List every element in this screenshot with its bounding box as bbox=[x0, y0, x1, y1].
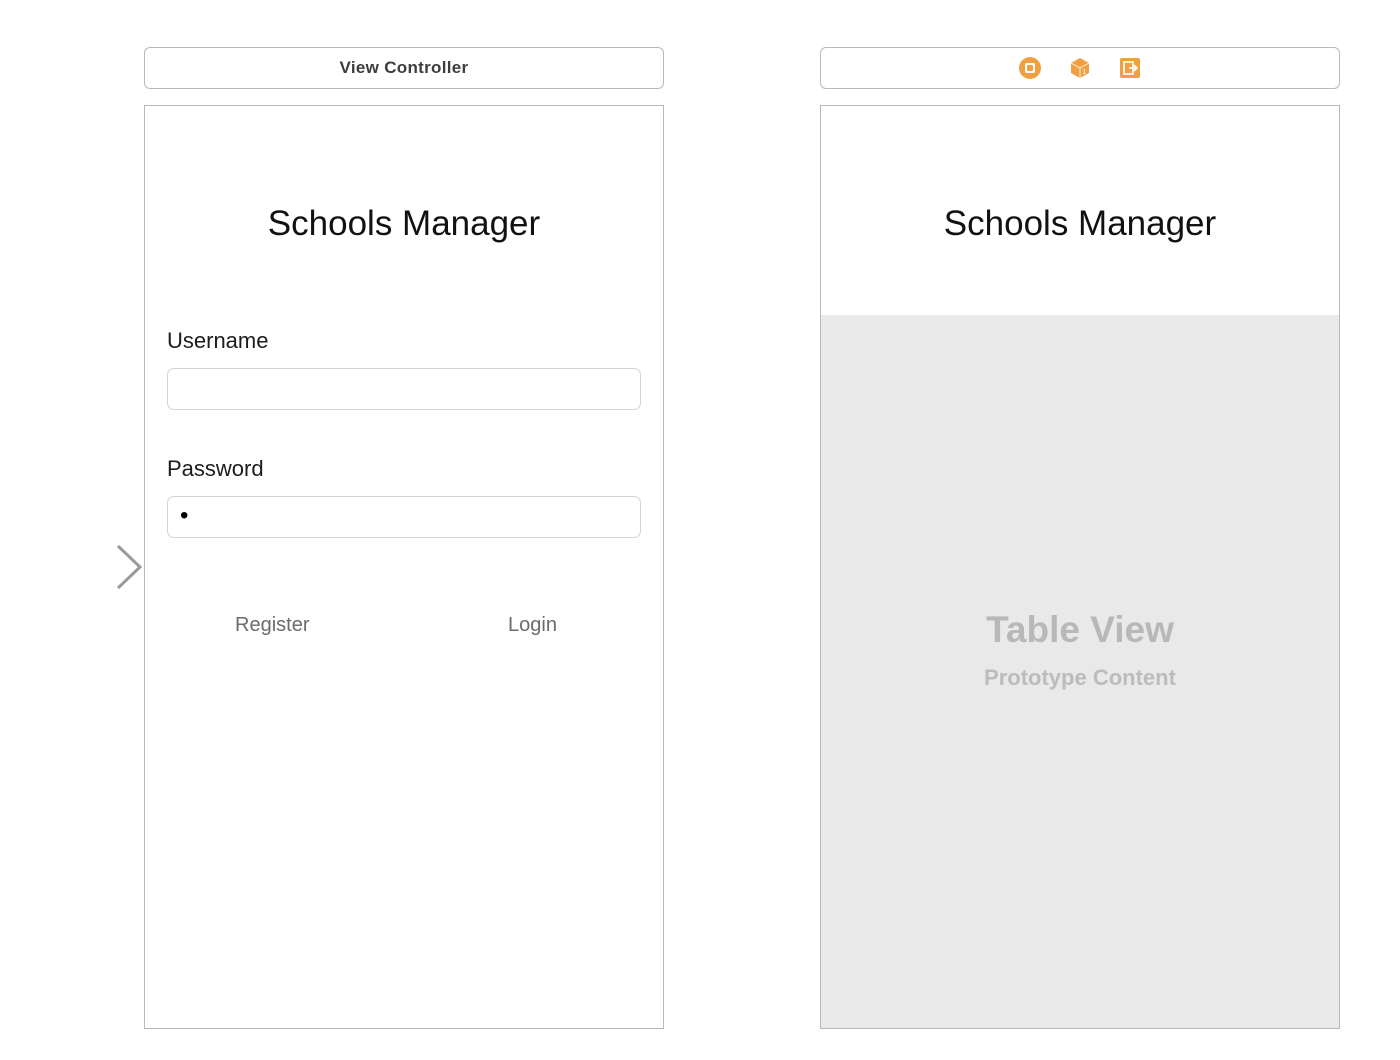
first-responder-icon[interactable]: 1 bbox=[1067, 55, 1093, 81]
password-field[interactable]: • bbox=[167, 496, 641, 538]
login-button[interactable]: Login bbox=[500, 610, 565, 641]
register-button[interactable]: Register bbox=[227, 610, 317, 641]
username-label: Username bbox=[167, 328, 269, 353]
table-screen: Schools Manager Table View Prototype Con… bbox=[820, 105, 1340, 1029]
app-title: Schools Manager bbox=[943, 204, 1217, 243]
password-label: Password bbox=[167, 456, 264, 481]
table-view-placeholder-title: Table View bbox=[986, 608, 1174, 650]
scene-title: View Controller bbox=[339, 58, 469, 77]
table-view[interactable]: Table View Prototype Content bbox=[821, 315, 1339, 1028]
scene-dock-icons: 1 bbox=[1017, 55, 1143, 81]
table-scene-bar[interactable]: 1 bbox=[820, 47, 1340, 89]
table-header-view: Schools Manager bbox=[821, 106, 1339, 315]
table-view-placeholder-subtitle: Prototype Content bbox=[984, 664, 1176, 690]
view-controller-icon[interactable] bbox=[1017, 55, 1043, 81]
exit-icon[interactable] bbox=[1117, 55, 1143, 81]
login-screen: Schools Manager Username Password • Regi… bbox=[144, 105, 664, 1029]
username-field[interactable] bbox=[167, 368, 641, 410]
svg-text:1: 1 bbox=[1082, 68, 1086, 76]
login-scene-bar[interactable]: View Controller bbox=[144, 47, 664, 89]
storyboard-entry-arrow-icon[interactable] bbox=[6, 544, 146, 592]
app-title: Schools Manager bbox=[267, 204, 541, 243]
